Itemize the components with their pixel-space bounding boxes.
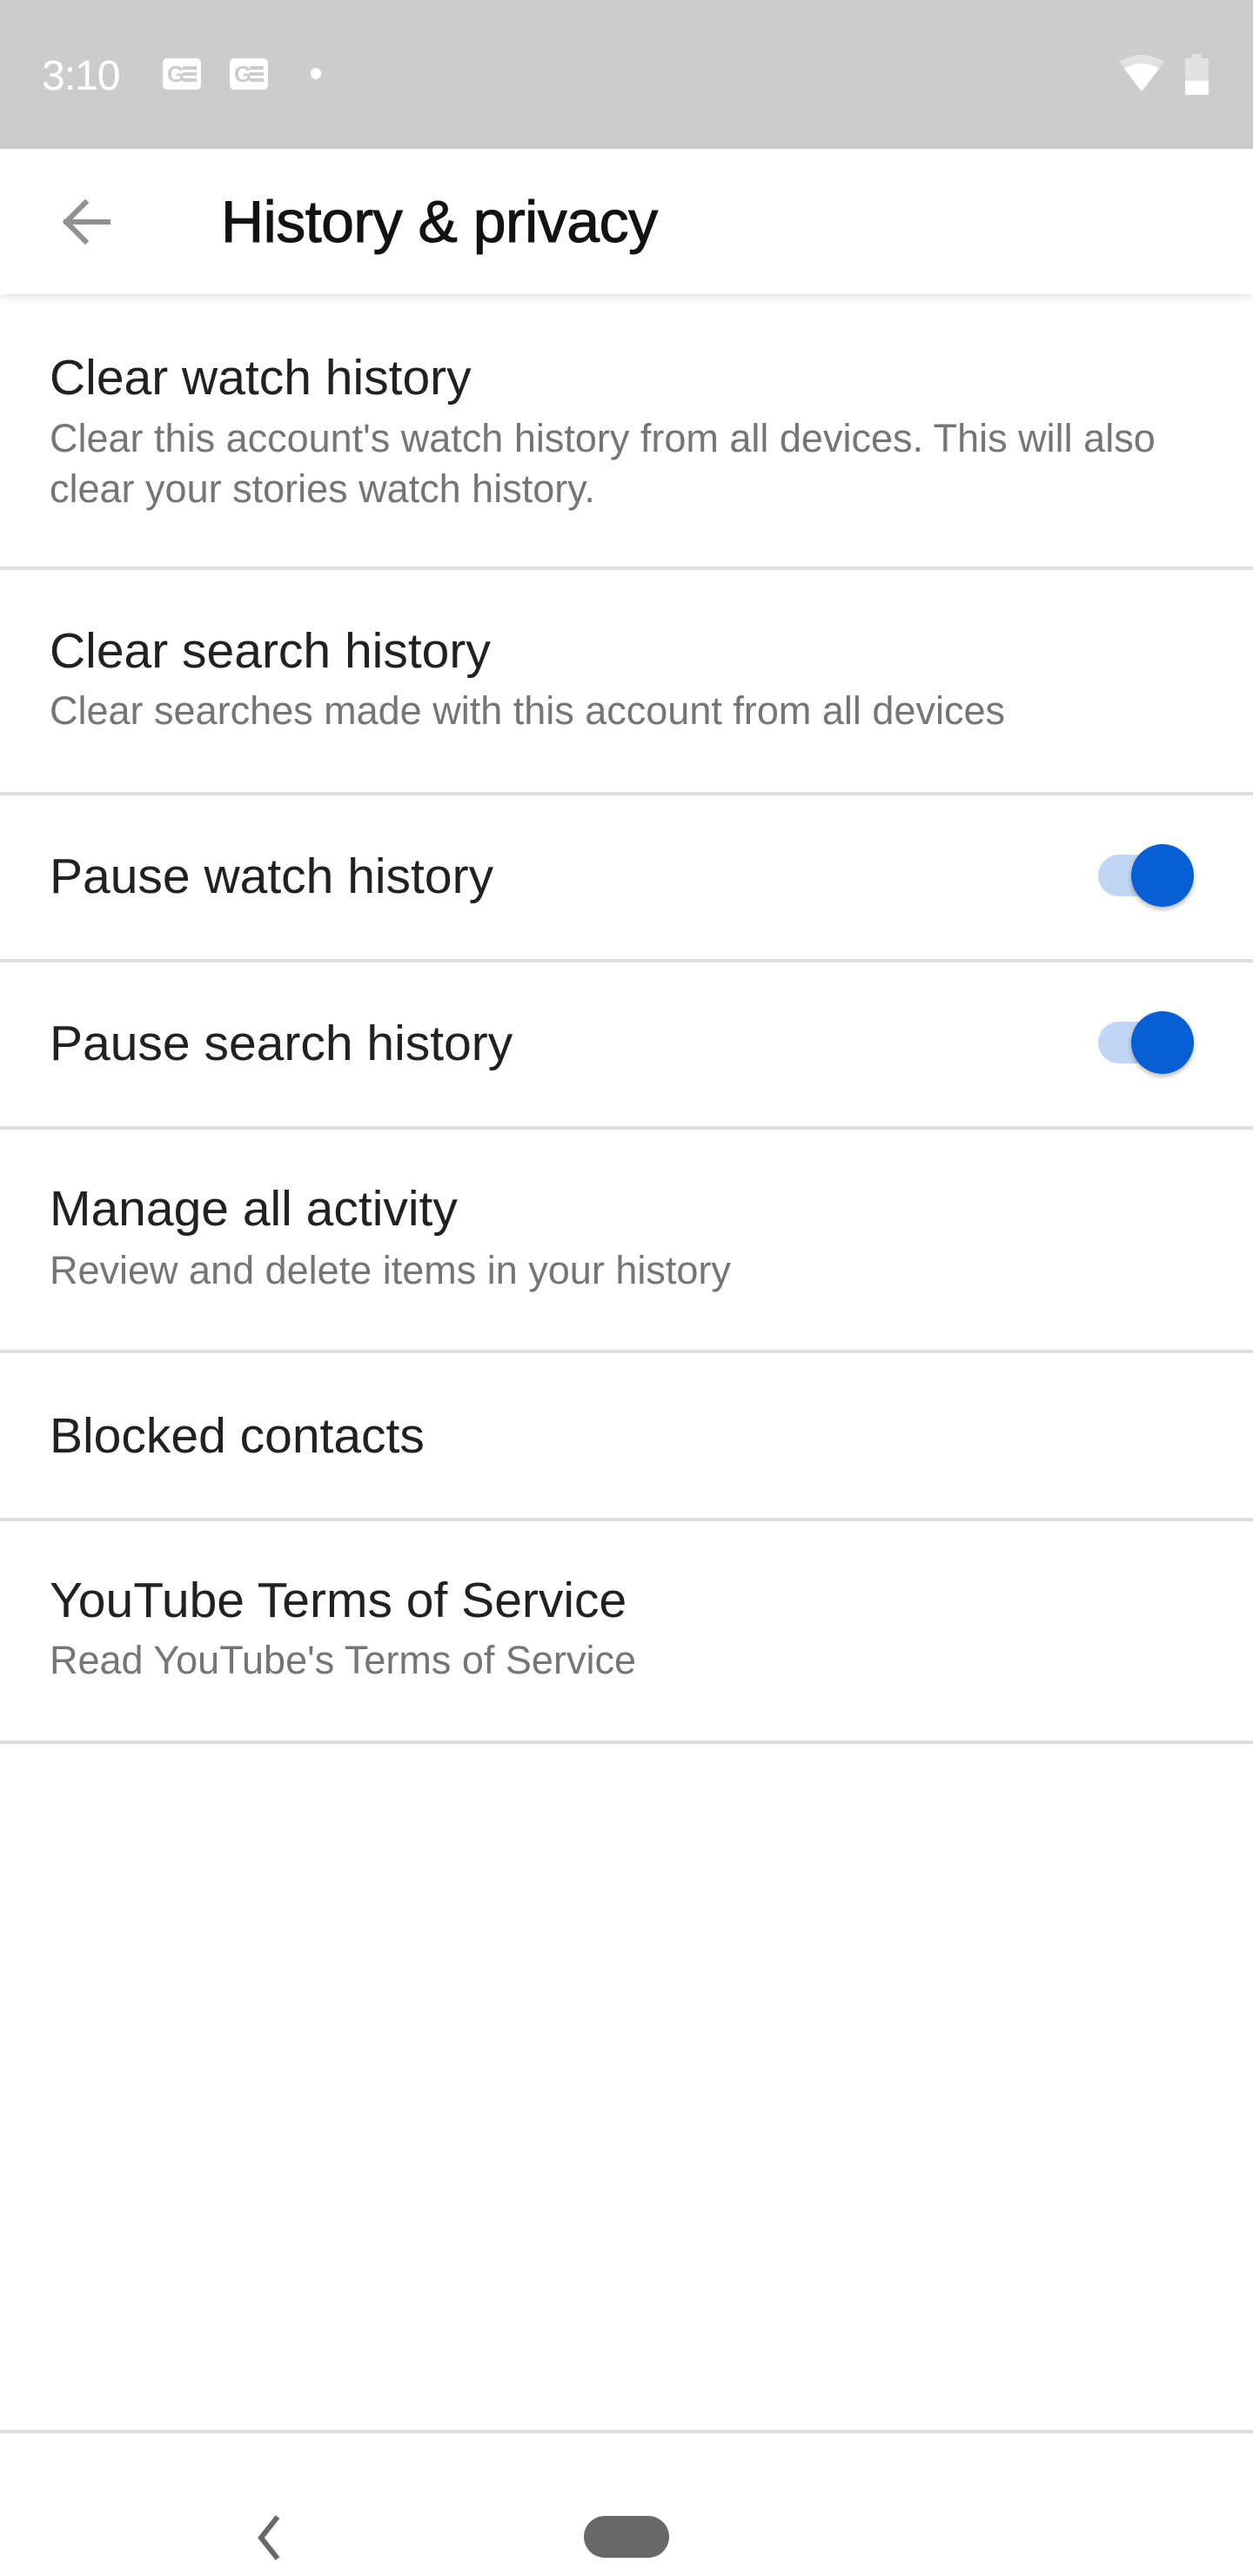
setting-title: Clear watch history (50, 350, 472, 406)
pause-search-history-toggle[interactable] (1089, 1011, 1194, 1074)
setting-pause-search-history[interactable]: Pause search history (0, 963, 1253, 1130)
setting-title: Pause search history (50, 1016, 513, 1071)
setting-title: Manage all activity (50, 1181, 458, 1237)
setting-subtitle: Clear searches made with this account fr… (50, 688, 1005, 733)
setting-subtitle: Clear this account's watch history from … (50, 416, 1156, 511)
page-title: History & privacy (221, 189, 659, 256)
battery-icon (1185, 54, 1209, 95)
setting-pause-watch-history[interactable]: Pause watch history (0, 795, 1253, 963)
setting-title: YouTube Terms of Service (50, 1573, 627, 1628)
status-bar: 3:10 G G (0, 0, 1253, 149)
setting-title: Blocked contacts (50, 1408, 425, 1464)
nav-back-button[interactable] (247, 2506, 291, 2567)
setting-blocked-contacts[interactable]: Blocked contacts (0, 1353, 1253, 1521)
setting-manage-all-activity[interactable]: Manage all activity Review and delete it… (0, 1130, 1253, 1353)
setting-subtitle: Read YouTube's Terms of Service (50, 1638, 636, 1682)
arrow-back-icon (62, 198, 111, 245)
nav-back-chevron-icon (258, 2515, 280, 2560)
google-news-icon: G (230, 58, 268, 90)
settings-list: Clear watch history Clear this account's… (0, 294, 1253, 1744)
setting-youtube-terms-of-service[interactable]: YouTube Terms of Service Read YouTube's … (0, 1521, 1253, 1744)
app-header: History & privacy (0, 149, 1253, 294)
setting-title: Clear search history (50, 623, 491, 679)
google-news-icon: G (163, 58, 201, 90)
system-nav-bar (0, 2430, 1253, 2576)
setting-subtitle: Review and delete items in your history (50, 1248, 731, 1292)
toggle-thumb (1131, 1011, 1194, 1074)
setting-clear-watch-history[interactable]: Clear watch history Clear this account's… (0, 294, 1253, 570)
back-button[interactable] (42, 178, 129, 265)
pause-watch-history-toggle[interactable] (1089, 844, 1194, 907)
more-notifications-dot-icon (311, 68, 321, 79)
setting-clear-search-history[interactable]: Clear search history Clear searches made… (0, 570, 1253, 795)
status-time: 3:10 (42, 53, 120, 99)
wifi-icon (1119, 55, 1164, 91)
toggle-thumb (1131, 844, 1194, 907)
setting-title: Pause watch history (50, 849, 494, 904)
home-pill-icon[interactable] (584, 2516, 669, 2558)
